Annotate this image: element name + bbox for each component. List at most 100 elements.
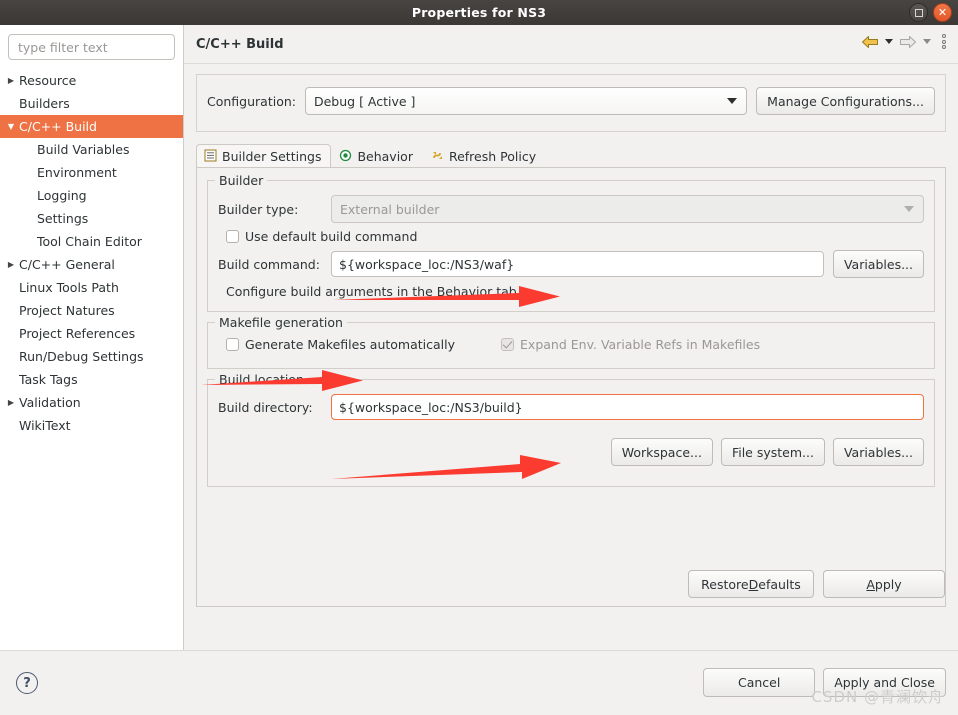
restore-defaults-post: efaults [758,576,801,592]
apply-post: pply [874,576,902,592]
chevron-right-icon[interactable]: ▶ [4,398,18,407]
dialog-footer: ? Cancel Apply and Close CSDN @青澜饮舟 [0,651,958,715]
sidebar-item-builders[interactable]: ▶Builders [0,92,183,115]
sidebar-item-label: C/C++ Build [19,119,97,134]
header-divider [184,63,958,64]
file-system-button[interactable]: File system... [720,438,825,466]
build-directory-label: Build directory: [218,399,313,415]
expand-env-vars-label: Expand Env. Variable Refs in Makefiles [520,337,761,352]
configuration-select[interactable]: Debug [ Active ] [304,87,748,115]
dialog-body: ▶Resource▶Builders▼C/C++ Build▶Build Var… [0,25,958,650]
restore-defaults-mnemonic: D [748,576,759,592]
sidebar-item-label: Tool Chain Editor [37,234,142,249]
close-icon[interactable]: ✕ [933,3,952,22]
tab-bar: Builder Settings Behavior Refresh Policy [196,144,946,168]
behavior-icon [339,149,352,165]
builder-settings-icon [204,149,217,165]
builder-type-select: External builder [331,195,924,223]
settings-content: C/C++ Build Configuration: Debug [Activ… [184,25,958,650]
window-title: Properties for NS3 [411,5,547,20]
build-directory-row: Build directory: ${workspace_loc:/NS3/bu… [218,394,924,420]
sidebar-item-project-references[interactable]: ▶Project References [0,322,183,345]
help-icon[interactable]: ? [16,672,38,694]
sidebar-item-c-c-general[interactable]: ▶ C/C++ General [0,253,183,276]
settings-tree: ▶Resource▶Builders▼C/C++ Build▶Build Var… [0,69,183,437]
forward-history-dropdown-icon[interactable] [923,39,931,44]
sidebar-item-label: Settings [37,211,89,226]
window-controls: ✕ [909,3,952,22]
makefile-options-row: Generate Makefiles automatically Expand … [226,337,924,352]
sidebar-item-label: C/C++ General [19,257,115,272]
sidebar-item-environment[interactable]: ▶Environment [0,161,183,184]
sidebar-item-label: Resource [19,73,77,88]
sidebar-item-project-natures[interactable]: ▶Project Natures [0,299,183,322]
builder-type-label: Builder type: [218,201,299,217]
build-location-buttons: Workspace... File system... Variables... [218,438,924,466]
checkbox-icon [226,338,239,351]
search-input[interactable] [8,34,175,60]
build-command-value: ${workspace_loc:/NS3/waf} [339,256,515,272]
builder-type-row: Builder type: External builder [218,195,924,223]
sidebar-item-label: Environment [37,165,117,180]
use-default-build-command-row[interactable]: Use default build command [226,229,924,244]
sidebar-item-label: Logging [37,188,87,203]
configuration-label: Configuration: [207,93,296,109]
sidebar-item-validation[interactable]: ▶ Validation [0,391,183,414]
window-titlebar: Properties for NS3 ✕ [0,0,958,25]
build-location-variables-button[interactable]: Variables... [832,438,924,466]
build-command-input[interactable]: ${workspace_loc:/NS3/waf} [331,251,824,277]
page-nav-tools [861,34,946,49]
workspace-button[interactable]: Workspace... [610,438,713,466]
expand-env-vars-checkbox: Expand Env. Variable Refs in Makefiles [501,337,760,352]
sidebar-item-label: Validation [19,395,81,410]
settings-sidebar: ▶Resource▶Builders▼C/C++ Build▶Build Var… [0,25,184,650]
back-history-dropdown-icon[interactable] [885,39,893,44]
tab-refresh-policy[interactable]: Refresh Policy [423,144,546,168]
build-arguments-hint: Configure build arguments in the Behavio… [226,284,521,299]
generate-makefiles-checkbox[interactable]: Generate Makefiles automatically [226,337,455,352]
use-default-build-command-checkbox[interactable]: Use default build command [226,229,417,244]
refresh-policy-icon [431,149,444,165]
apply-button[interactable]: Apply [823,570,945,598]
sidebar-item-build-variables[interactable]: ▶Build Variables [0,138,183,161]
sidebar-item-tool-chain-editor[interactable]: ▶Tool Chain Editor [0,230,183,253]
back-arrow-icon[interactable] [861,35,879,49]
checkbox-checked-icon [501,338,515,351]
sidebar-item-resource[interactable]: ▶ Resource [0,69,183,92]
cancel-button[interactable]: Cancel [703,668,816,697]
sidebar-item-label: Project Natures [19,303,115,318]
chevron-down-icon [727,98,738,104]
build-directory-input[interactable]: ${workspace_loc:/NS3/build} [331,394,924,420]
sidebar-item-task-tags[interactable]: ▶Task Tags [0,368,183,391]
tab-builder-settings[interactable]: Builder Settings [196,144,332,168]
sidebar-item-linux-tools-path[interactable]: ▶Linux Tools Path [0,276,183,299]
build-command-label: Build command: [218,256,320,272]
builder-settings-panel: Builder Builder type: External builder U… [196,167,946,607]
forward-arrow-icon[interactable] [899,35,917,49]
chevron-down-icon[interactable]: ▼ [4,122,18,131]
filter-area [0,25,183,66]
builder-type-value: External builder [340,201,440,217]
view-menu-icon[interactable] [942,34,946,49]
sidebar-item-run-debug-settings[interactable]: ▶Run/Debug Settings [0,345,183,368]
sidebar-item-label: Build Variables [37,142,130,157]
chevron-right-icon[interactable]: ▶ [4,76,18,85]
restore-defaults-button[interactable]: Restore Defaults [688,570,814,598]
apply-and-close-button[interactable]: Apply and Close [823,668,946,697]
manage-configurations-button[interactable]: Manage Configurations... [756,87,935,115]
sidebar-item-logging[interactable]: ▶Logging [0,184,183,207]
build-location-group: Build location Build directory: ${worksp… [207,372,935,487]
generate-makefiles-label: Generate Makefiles automatically [245,337,456,352]
sidebar-item-c-c-build[interactable]: ▼ C/C++ Build [0,115,183,138]
build-command-variables-button[interactable]: Variables... [832,250,924,278]
makefile-generation-group-title: Makefile generation [215,315,347,330]
builder-group-title: Builder [215,173,268,188]
footer-buttons: Cancel Apply and Close [703,668,946,697]
sidebar-item-settings[interactable]: ▶Settings [0,207,183,230]
maximize-icon[interactable] [909,3,928,22]
tab-behavior[interactable]: Behavior [331,144,423,168]
chevron-right-icon[interactable]: ▶ [4,260,18,269]
configuration-value: Debug [ Active ] [313,93,416,109]
build-directory-value: ${workspace_loc:/NS3/build} [339,399,523,415]
sidebar-item-wikitext[interactable]: ▶WikiText [0,414,183,437]
